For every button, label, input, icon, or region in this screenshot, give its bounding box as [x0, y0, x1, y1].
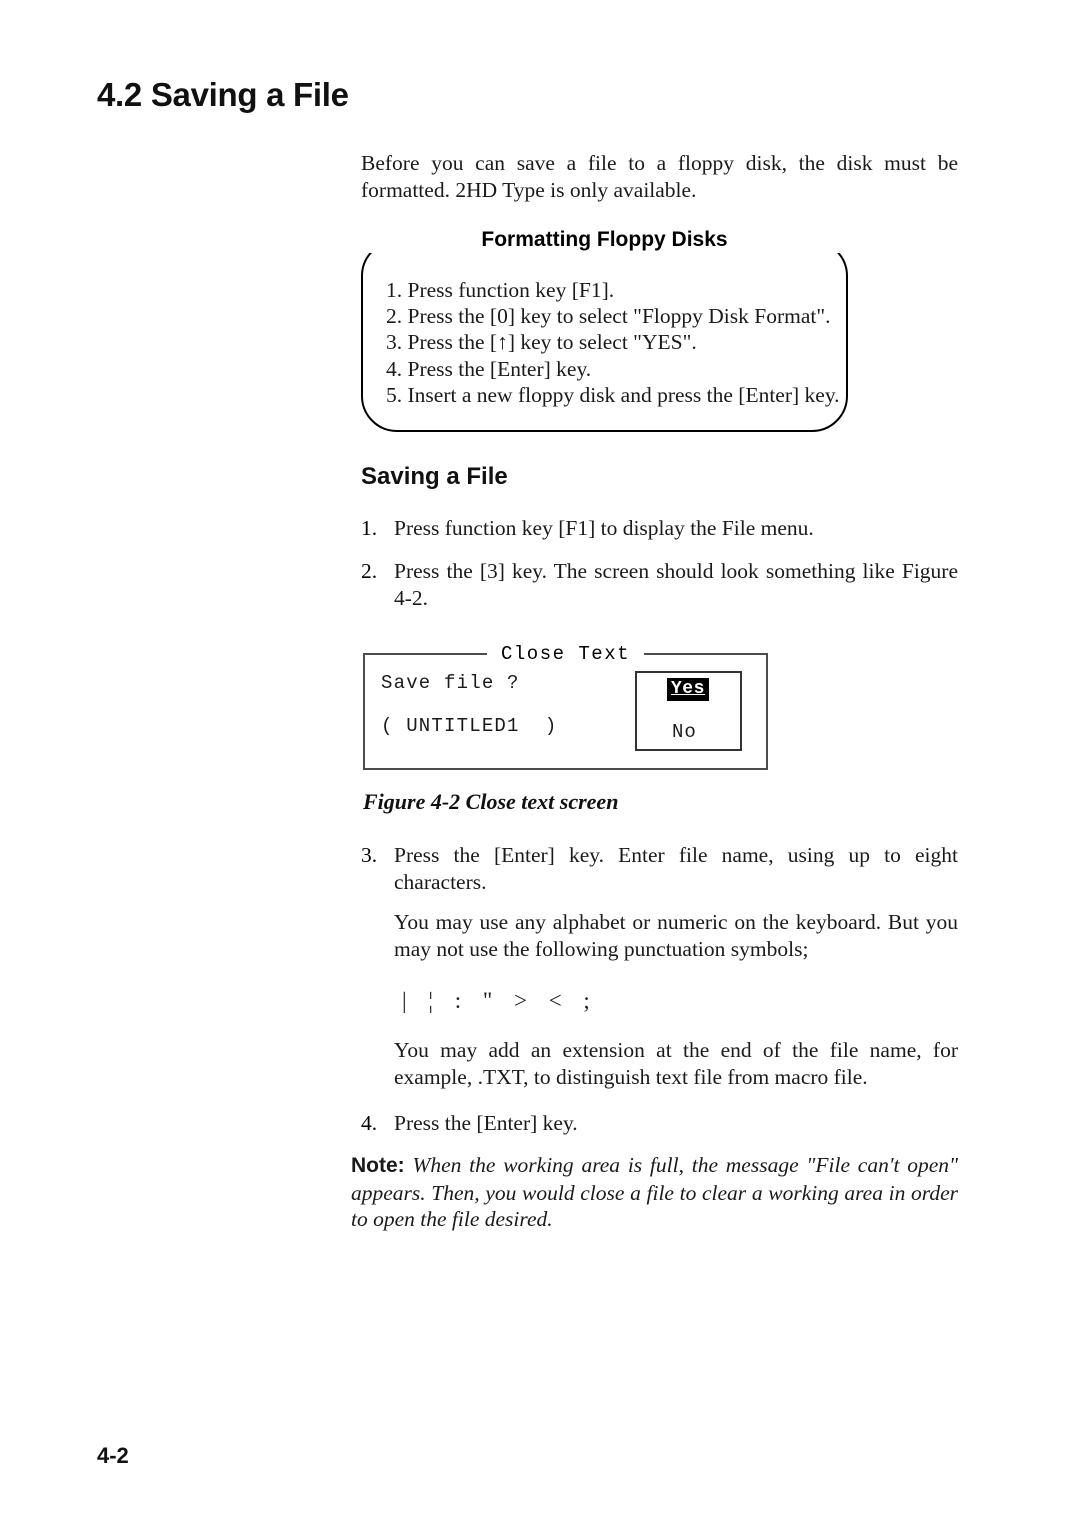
page-title: 4.2 Saving a File [97, 76, 349, 113]
list-item: 4. Press the [Enter] key. [386, 356, 592, 381]
note-block: Note: When the working area is full, the… [351, 1152, 958, 1233]
close-text-window-title-text: Close Text [486, 643, 645, 665]
no-option[interactable]: No [672, 722, 697, 743]
step-text: Press the [Enter] key. Enter file name, … [394, 843, 958, 894]
close-text-window-title: Close Text [363, 643, 768, 665]
list-item: 2. Press the [0] key to select "Floppy D… [386, 304, 831, 329]
list-item: 1. Press function key [F1]. [386, 278, 615, 302]
formatting-callout-steps: 1. Press function key [F1]. 2. Press the… [386, 277, 846, 408]
list-item: 4. Press the [Enter] key. [361, 1110, 958, 1137]
step-text: Press the [3] key. The screen should loo… [394, 559, 958, 610]
filename-field: ( UNTITLED1 ) [381, 715, 558, 737]
step-text: Press function key [F1] to display the F… [394, 516, 814, 540]
save-file-prompt: Save file ? [381, 672, 520, 694]
figure-caption: Figure 4-2 Close text screen [363, 789, 619, 814]
step-number: 4. [361, 1111, 378, 1135]
list-item: 1. Press function key [F1] to display th… [361, 515, 958, 542]
step-text: Press the [Enter] key. [394, 1111, 578, 1135]
list-item: 2. Press the [3] key. The screen should … [361, 558, 958, 612]
note-label: Note: [351, 1154, 405, 1177]
intro-paragraph: Before you can save a file to a floppy d… [361, 151, 958, 202]
alphabet-note-paragraph: You may use any alphabet or numeric on t… [394, 910, 958, 961]
formatting-callout-title: Formatting Floppy Disks [361, 227, 848, 253]
subsection-heading: Saving a File [361, 463, 508, 490]
note-text: When the working area is full, the messa… [351, 1153, 959, 1231]
list-item: 5. Insert a new floppy disk and press th… [386, 382, 840, 407]
step-number: 2. [361, 559, 378, 583]
formatting-callout-title-text: Formatting Floppy Disks [469, 228, 740, 251]
yes-option[interactable]: Yes [667, 678, 709, 701]
list-item: 3. Press the [↑] key to select "YES". [386, 330, 697, 355]
step-number: 1. [361, 516, 378, 540]
forbidden-symbols-line: | ¦ : " > < ; [402, 988, 598, 1013]
extension-note-paragraph: You may add an extension at the end of t… [394, 1038, 958, 1089]
page-number: 4-2 [97, 1443, 129, 1468]
list-item: 3. Press the [Enter] key. Enter file nam… [361, 842, 958, 896]
step-number: 3. [361, 843, 378, 867]
